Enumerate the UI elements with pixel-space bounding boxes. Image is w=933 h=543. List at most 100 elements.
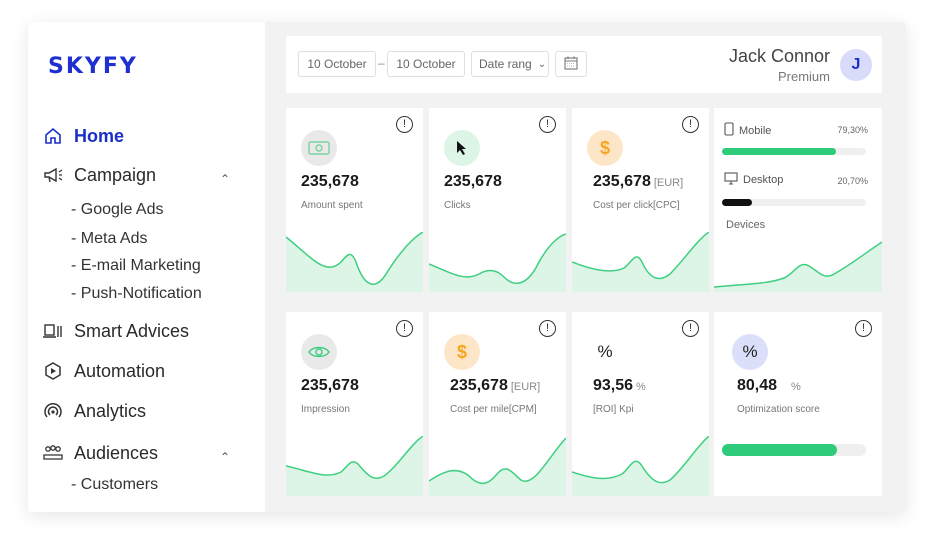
calendar-icon: [563, 55, 579, 74]
avatar[interactable]: J: [840, 49, 872, 81]
card-amount-spent: ! 235,678 Amount spent: [286, 108, 423, 292]
desktop-icon: [724, 172, 738, 188]
metric-label: Impression: [301, 404, 350, 415]
card-clicks: ! 235,678 Clicks: [429, 108, 566, 292]
mobile-icon: [724, 122, 734, 139]
mobile-bar-fill: [722, 148, 837, 155]
metric-label: Clicks: [444, 200, 471, 211]
sparkline-clicks: [429, 233, 566, 292]
metric-value: 93,56: [593, 377, 634, 394]
metric-label: Amount spent: [301, 200, 363, 211]
nav-label-analytics: Analytics: [74, 400, 147, 421]
info-icon[interactable]: !: [396, 116, 413, 133]
user-tier: Premium: [777, 69, 830, 84]
date-to-field[interactable]: 10 October: [387, 51, 465, 77]
metric-unit: [EUR]: [653, 177, 684, 189]
card-cpc: ! $ 235,678 [EUR] Cost per click[CPC]: [572, 108, 709, 292]
laptop-icon: [42, 320, 64, 342]
automation-icon: [42, 360, 64, 382]
info-icon[interactable]: !: [539, 320, 556, 337]
header-bar: 10 October – 10 October Date rang ⌄ Jack…: [286, 36, 882, 93]
user-name: Jack Connor: [728, 46, 830, 66]
card-devices: Mobile 79,30% Desktop 20,70% Devices: [714, 108, 882, 292]
card-roi: ! % 93,56% [ROI] Kpi: [572, 312, 709, 496]
metric-unit: [EUR]: [510, 381, 541, 393]
nav-label-campaign: Campaign: [74, 164, 157, 185]
metric-value: 235,678: [593, 173, 651, 190]
sub-item-email-marketing[interactable]: - E-mail Marketing: [71, 257, 201, 275]
sparkline-devices: [714, 241, 882, 292]
sub-item-google-ads[interactable]: - Google Ads: [71, 201, 164, 219]
info-icon[interactable]: !: [855, 320, 872, 337]
cash-icon: [301, 130, 337, 166]
sub-item-meta-ads[interactable]: - Meta Ads: [71, 230, 147, 248]
dollar-icon: $: [444, 334, 480, 370]
nav-item-home[interactable]: Home: [42, 125, 124, 147]
device-label: Desktop: [743, 174, 784, 186]
calendar-button[interactable]: [555, 51, 587, 77]
metric-value-row: 235,678 [EUR]: [593, 173, 683, 191]
metric-label: Optimization score: [737, 404, 820, 415]
desktop-bar-fill: [722, 199, 752, 206]
optimization-bar-fill: [722, 444, 838, 456]
devices-label: Devices: [726, 219, 766, 231]
sparkline-amount-spent: [286, 232, 423, 292]
eye-icon: [301, 334, 337, 370]
sparkline-roi: [572, 436, 709, 496]
mobile-bar: [722, 148, 866, 155]
sub-item-customers[interactable]: - Customers: [71, 476, 158, 494]
app-window: SKYFY Home Campaign ⌃ - Google Ads - Met…: [28, 22, 906, 512]
chevron-down-icon: ⌄: [537, 58, 547, 70]
nav-item-audiences[interactable]: Audiences: [42, 442, 158, 464]
metric-value-row: 235,678 [EUR]: [450, 377, 540, 395]
metric-unit: %: [791, 381, 801, 393]
device-label: Mobile: [739, 124, 772, 137]
nav-item-campaign[interactable]: Campaign: [42, 164, 156, 186]
sparkline-cpc: [572, 232, 709, 292]
nav-item-analytics[interactable]: Analytics: [42, 400, 146, 422]
date-range-label: Date rang: [479, 57, 532, 71]
info-icon[interactable]: !: [539, 116, 556, 133]
metric-label: Cost per mile[CPM]: [450, 404, 537, 415]
metric-label: [ROI] Kpi: [593, 404, 634, 415]
brand-logo[interactable]: SKYFY: [48, 54, 138, 79]
metric-value: 235,678: [444, 173, 502, 190]
device-row-desktop: Desktop: [724, 172, 783, 188]
dollar-icon: $: [587, 130, 623, 166]
sparkline-cpm: [429, 437, 566, 496]
nav-label-smart-advices: Smart Advices: [74, 320, 190, 341]
nav-label-home: Home: [74, 125, 125, 146]
sub-item-push-notification[interactable]: - Push-Notification: [71, 285, 202, 303]
nav-label-automation: Automation: [74, 360, 166, 381]
metric-value: 235,678: [301, 173, 359, 190]
info-icon[interactable]: !: [682, 116, 699, 133]
nav-item-smart-advices[interactable]: Smart Advices: [42, 320, 189, 342]
metric-value: 235,678: [450, 377, 508, 394]
home-icon: [42, 125, 64, 147]
desktop-bar: [722, 199, 866, 206]
audiences-icon: [42, 442, 64, 464]
date-from-field[interactable]: 10 October: [298, 51, 376, 77]
device-percent: 79,30%: [837, 125, 868, 135]
metric-value: 80,48: [737, 377, 778, 394]
date-separator: –: [378, 56, 385, 70]
metric-value-row: 80,48%: [737, 377, 801, 395]
chevron-up-icon[interactable]: ⌃: [220, 172, 230, 186]
date-range-select[interactable]: Date rang ⌄: [471, 51, 549, 77]
metric-value: 235,678: [301, 377, 359, 394]
info-icon[interactable]: !: [682, 320, 699, 337]
optimization-bar: [722, 444, 866, 456]
chevron-up-icon[interactable]: ⌃: [220, 450, 230, 464]
card-impression: ! 235,678 Impression: [286, 312, 423, 496]
info-icon[interactable]: !: [396, 320, 413, 337]
analytics-icon: [42, 400, 64, 422]
device-percent: 20,70%: [837, 176, 868, 186]
nav-label-audiences: Audiences: [74, 442, 159, 463]
device-row-mobile: Mobile: [724, 122, 771, 139]
sidebar: SKYFY Home Campaign ⌃ - Google Ads - Met…: [28, 22, 265, 512]
card-cpm: ! $ 235,678 [EUR] Cost per mile[CPM]: [429, 312, 566, 496]
nav-item-automation[interactable]: Automation: [42, 360, 165, 382]
megaphone-icon: [42, 164, 64, 186]
card-optimization: ! % 80,48% Optimization score: [714, 312, 882, 496]
metric-value-row: 93,56%: [593, 377, 646, 395]
